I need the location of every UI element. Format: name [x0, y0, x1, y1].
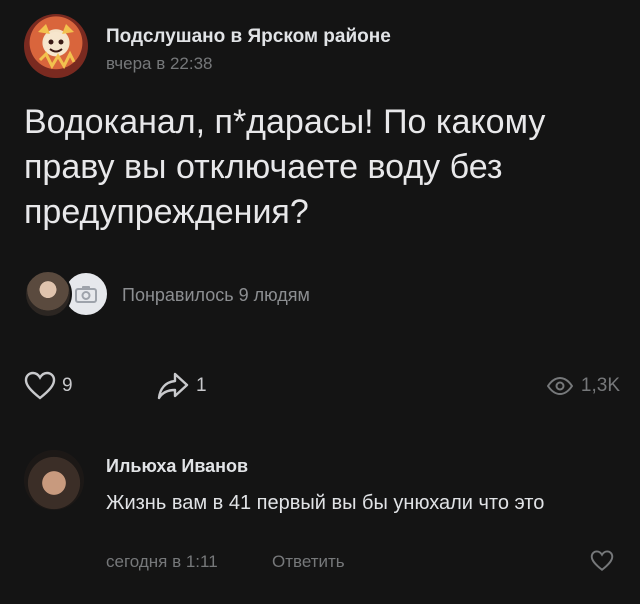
eye-icon	[546, 377, 573, 395]
heart-icon	[24, 371, 56, 400]
reply-button[interactable]: Ответить	[272, 552, 345, 572]
post-text: Водоканал, п*дарасы! По какому праву вы …	[24, 103, 546, 231]
camera-icon	[75, 286, 97, 303]
like-count: 9	[62, 375, 73, 396]
share-button[interactable]: 1	[156, 368, 207, 404]
views-count: 1,3K	[580, 375, 620, 396]
group-avatar[interactable]	[24, 14, 88, 78]
share-count: 1	[196, 375, 207, 396]
likers-row[interactable]: Понравилось 9 людям	[24, 270, 424, 320]
heart-icon	[590, 550, 614, 572]
group-name[interactable]: Подслушано в Ярском районе	[106, 26, 391, 48]
share-arrow-icon	[157, 372, 189, 400]
likes-summary[interactable]: Понравилось 9 людям	[122, 285, 310, 306]
post-timestamp: вчера в 22:38	[106, 54, 213, 73]
comment-timestamp: сегодня в 1:11	[106, 552, 218, 571]
comment-text: Жизнь вам в 41 первый вы бы унюхали что …	[106, 492, 545, 514]
comment-author-avatar[interactable]	[24, 450, 84, 510]
liker-avatar[interactable]	[24, 270, 72, 318]
post-actions: 9 1 1,3K	[24, 368, 620, 408]
like-button[interactable]: 9	[24, 368, 73, 404]
post-header: Подслушано в Ярском районе вчера в 22:38	[24, 14, 624, 78]
comment: Ильюха Иванов Жизнь вам в 41 первый вы б…	[24, 450, 620, 590]
group-logo-icon	[38, 24, 76, 70]
comment-like-button[interactable]	[590, 550, 614, 577]
comment-author[interactable]: Ильюха Иванов	[106, 456, 248, 477]
views-indicator: 1,3K	[546, 368, 620, 404]
